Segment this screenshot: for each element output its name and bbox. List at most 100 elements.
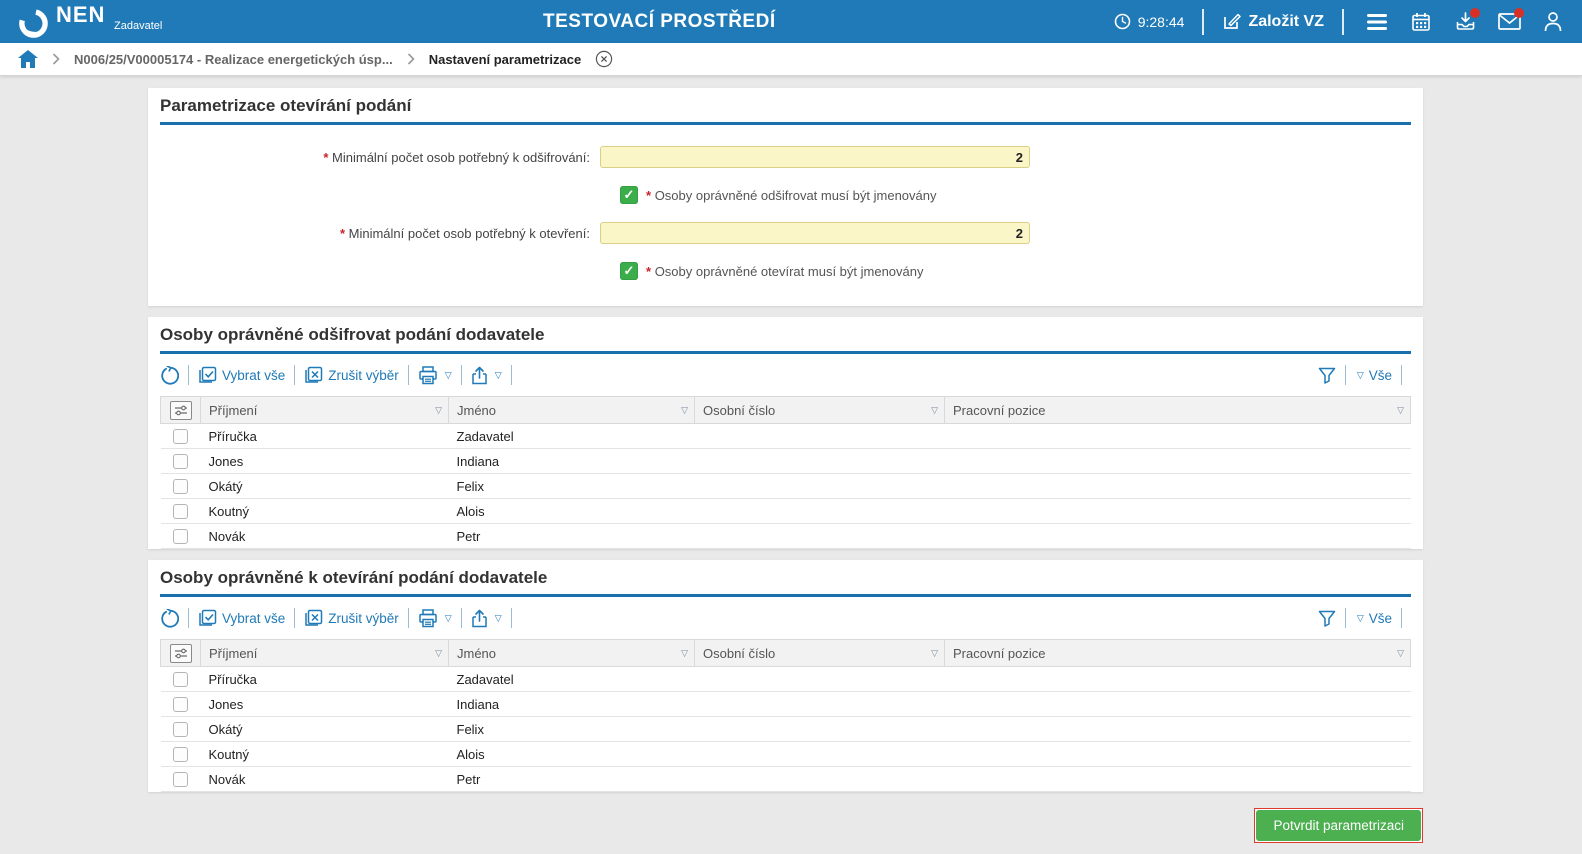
table-header-row: Příjmení ▽ Jméno ▽ Osobní číslo ▽ Pracovní … — [160, 639, 1411, 667]
export-button[interactable]: ▽ — [471, 366, 502, 385]
min-decrypt-input[interactable] — [600, 146, 1030, 168]
export-icon — [471, 366, 487, 384]
min-open-input[interactable] — [600, 222, 1030, 244]
downloads-notification-badge — [1470, 7, 1480, 18]
downloads-button[interactable] — [1450, 7, 1480, 37]
column-settings-icon[interactable] — [169, 400, 192, 420]
column-header-osobni-cislo[interactable]: Osobní číslo ▽ — [694, 639, 945, 667]
row-checkbox[interactable] — [173, 772, 188, 788]
confirm-parametrization-button[interactable]: Potvrdit parametrizaci — [1256, 810, 1421, 841]
table-cell — [944, 423, 1411, 449]
breadcrumb-item-active: Nastavení parametrizace — [428, 51, 582, 67]
table-cell: Příručka — [200, 423, 449, 449]
calendar-button[interactable] — [1406, 7, 1436, 37]
row-checkbox[interactable] — [173, 697, 188, 713]
column-header-jmeno[interactable]: Jméno ▽ — [448, 639, 695, 667]
table-cell — [944, 498, 1411, 524]
breadcrumb: N006/25/V00005174 - Realizace energetick… — [0, 43, 1582, 76]
refresh-button[interactable] — [160, 365, 179, 385]
table-cell — [944, 666, 1411, 692]
table-row[interactable]: Koutný Alois — [160, 741, 1411, 767]
column-filter-caret-icon[interactable]: ▽ — [435, 405, 442, 416]
row-checkbox[interactable] — [173, 454, 188, 470]
select-all-button[interactable]: Vybrat vše — [198, 366, 285, 384]
filter-scope-caret-icon: ▽ — [1356, 369, 1364, 380]
column-header-prijmeni[interactable]: Příjmení ▽ — [200, 639, 449, 667]
table-cell: Koutný — [200, 498, 449, 524]
row-checkbox[interactable] — [173, 747, 188, 763]
table-row[interactable]: Příručka Zadavatel — [160, 666, 1411, 692]
table-cell: Novák — [200, 766, 449, 792]
user-profile-button[interactable] — [1538, 7, 1568, 37]
messages-notification-badge — [1514, 7, 1524, 18]
hamburger-menu-button[interactable] — [1362, 7, 1392, 37]
table-cell — [944, 473, 1411, 499]
export-dropdown-caret-icon[interactable]: ▽ — [495, 370, 502, 381]
table-cell — [944, 741, 1411, 767]
column-filter-caret-icon[interactable]: ▽ — [435, 648, 442, 659]
table-row[interactable]: Okátý Felix — [160, 473, 1411, 499]
column-header-jmeno[interactable]: Jméno ▽ — [448, 396, 695, 424]
print-button[interactable]: ▽ — [418, 365, 452, 385]
row-checkbox[interactable] — [173, 429, 188, 445]
column-header-osobni-cislo[interactable]: Osobní číslo ▽ — [694, 396, 945, 424]
table-row[interactable]: Novák Petr — [160, 523, 1411, 549]
filter-button[interactable] — [1318, 367, 1336, 384]
toolbar-separator — [1344, 608, 1346, 628]
row-checkbox[interactable] — [173, 479, 188, 495]
filter-button[interactable] — [1318, 610, 1336, 627]
breadcrumb-item-procurement[interactable]: N006/25/V00005174 - Realizace energetick… — [74, 52, 393, 67]
select-all-label: Vybrat vše — [222, 610, 286, 626]
clear-selection-icon — [305, 366, 323, 383]
column-header-pracovni-pozice[interactable]: Pracovní pozice ▽ — [944, 396, 1411, 424]
parametrization-panel: Parametrizace otevírání podání * Minimál… — [148, 88, 1423, 306]
table-cell: Novák — [200, 523, 449, 549]
row-checkbox[interactable] — [173, 504, 188, 520]
table-row[interactable]: Koutný Alois — [160, 498, 1411, 524]
column-filter-caret-icon[interactable]: ▽ — [681, 405, 688, 416]
print-button[interactable]: ▽ — [418, 608, 452, 628]
nen-logo-icon — [19, 9, 48, 38]
clear-selection-label: Zrušit výběr — [328, 610, 399, 626]
column-settings-header — [160, 396, 201, 424]
table-row[interactable]: Novák Petr — [160, 766, 1411, 792]
refresh-button[interactable] — [160, 608, 179, 628]
export-button[interactable]: ▽ — [471, 609, 502, 628]
filter-scope-dropdown[interactable]: ▽ Vše — [1355, 368, 1392, 383]
table-row[interactable]: Příručka Zadavatel — [160, 423, 1411, 449]
messages-button[interactable] — [1494, 7, 1524, 37]
print-dropdown-caret-icon[interactable]: ▽ — [445, 370, 452, 381]
column-filter-caret-icon[interactable]: ▽ — [1397, 405, 1404, 416]
decrypt-named-checkbox-row: ✓ * Osoby oprávněné odšifrovat musí být … — [620, 186, 1411, 204]
column-settings-icon[interactable] — [169, 643, 192, 663]
column-settings-header — [160, 639, 201, 667]
table-row[interactable]: Jones Indiana — [160, 691, 1411, 717]
clear-selection-button[interactable]: Zrušit výběr — [304, 366, 399, 384]
row-checkbox[interactable] — [173, 722, 188, 738]
export-dropdown-caret-icon[interactable]: ▽ — [495, 613, 502, 624]
column-filter-caret-icon[interactable]: ▽ — [931, 648, 938, 659]
table-row[interactable]: Okátý Felix — [160, 716, 1411, 742]
clear-selection-button[interactable]: Zrušit výběr — [304, 609, 399, 627]
nen-logo[interactable]: NEN Zadavatel — [18, 4, 162, 39]
column-header-pracovni-pozice[interactable]: Pracovní pozice ▽ — [944, 639, 1411, 667]
decrypt-named-checkbox[interactable]: ✓ — [620, 186, 638, 204]
topbar-separator — [1202, 8, 1205, 35]
column-header-prijmeni[interactable]: Příjmení ▽ — [200, 396, 449, 424]
toolbar-separator — [510, 365, 512, 385]
column-filter-caret-icon[interactable]: ▽ — [681, 648, 688, 659]
column-filter-caret-icon[interactable]: ▽ — [931, 405, 938, 416]
table-cell — [944, 716, 1411, 742]
home-icon[interactable] — [18, 50, 38, 68]
print-dropdown-caret-icon[interactable]: ▽ — [445, 613, 452, 624]
column-filter-caret-icon[interactable]: ▽ — [1397, 648, 1404, 659]
row-checkbox[interactable] — [173, 672, 188, 688]
create-vz-button[interactable]: Založit VZ — [1222, 12, 1324, 31]
open-named-checkbox[interactable]: ✓ — [620, 262, 638, 280]
row-checkbox[interactable] — [173, 529, 188, 545]
select-all-button[interactable]: Vybrat vše — [198, 609, 285, 627]
table-row[interactable]: Jones Indiana — [160, 448, 1411, 474]
table-cell — [694, 741, 945, 767]
filter-scope-dropdown[interactable]: ▽ Vše — [1355, 611, 1392, 626]
circle-x-icon[interactable] — [595, 50, 613, 68]
